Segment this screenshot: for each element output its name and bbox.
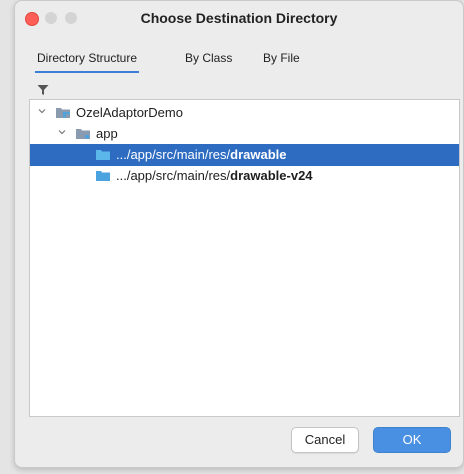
directory-tree[interactable]: OzelAdaptorDemo app .../app/src/main/res… (29, 99, 460, 417)
path-prefix: .../app/src/main/res/ (116, 147, 231, 162)
dialog-title: Choose Destination Directory (140, 10, 338, 26)
folder-icon (96, 171, 110, 181)
tree-row-label: OzelAdaptorDemo (76, 105, 183, 120)
cancel-button[interactable]: Cancel (291, 427, 359, 453)
filter-icon[interactable] (37, 84, 49, 96)
project-folder-icon (56, 108, 70, 118)
tree-row-app[interactable]: app (30, 123, 459, 145)
tree-row-label: .../app/src/main/res/drawable-v24 (116, 168, 313, 183)
tab-directory-structure[interactable]: Directory Structure (34, 51, 140, 73)
tree-row-drawable[interactable]: .../app/src/main/res/drawable (30, 144, 459, 166)
chevron-down-icon[interactable] (58, 128, 66, 136)
dialog-window: Choose Destination Directory Directory S… (14, 0, 464, 468)
ok-button[interactable]: OK (373, 427, 451, 453)
tree-row-project[interactable]: OzelAdaptorDemo (30, 102, 459, 124)
tree-row-label: app (96, 126, 118, 141)
path-folder-name: drawable (230, 147, 287, 162)
tree-row-drawable-v24[interactable]: .../app/src/main/res/drawable-v24 (30, 165, 459, 187)
title-bar: Choose Destination Directory (15, 1, 463, 37)
tab-by-file[interactable]: By File (263, 51, 300, 65)
chevron-down-icon[interactable] (38, 107, 46, 115)
module-folder-icon (76, 129, 90, 139)
tab-by-class[interactable]: By Class (185, 51, 232, 65)
path-prefix: .../app/src/main/res/ (116, 168, 231, 183)
tree-row-label: .../app/src/main/res/drawable (116, 147, 287, 162)
path-folder-name: drawable-v24 (230, 168, 313, 183)
folder-icon (96, 150, 110, 160)
